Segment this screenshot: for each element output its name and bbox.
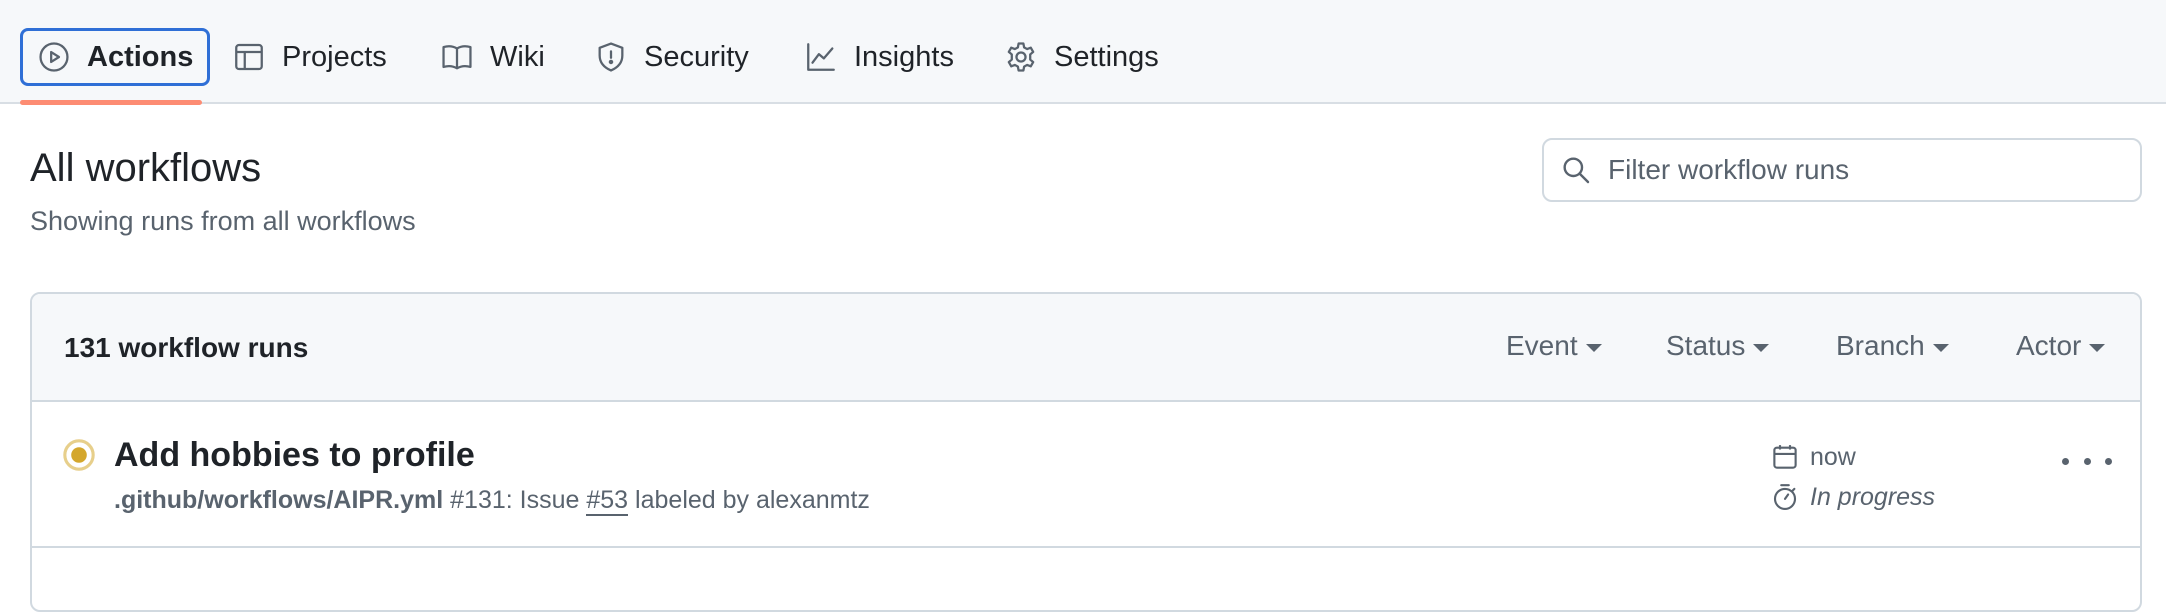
run-event-suffix: labeled by alexanmtz [635, 486, 870, 514]
tab-wiki[interactable]: Wiki [426, 28, 559, 86]
run-duration: In progress [1770, 482, 1935, 512]
tab-settings[interactable]: Settings [990, 28, 1173, 86]
filter-workflow-runs-input[interactable] [1606, 153, 2130, 187]
caret-down-icon [2089, 344, 2106, 352]
run-time-label: now [1810, 442, 1856, 471]
caret-down-icon [1932, 344, 1949, 352]
workflow-file: .github/workflows/AIPR.yml [114, 486, 444, 514]
caret-down-icon [1753, 344, 1770, 352]
shield-icon [598, 42, 624, 72]
tab-label: Insights [854, 40, 954, 73]
table-icon [235, 43, 263, 71]
run-number: #131 [450, 486, 506, 514]
tab-label: Actions [87, 40, 194, 73]
kebab-dot [2062, 457, 2069, 465]
branch-filter-dropdown[interactable]: Branch [1836, 330, 1949, 362]
status-filter-dropdown[interactable]: Status [1666, 330, 1770, 362]
dropdown-label: Status [1666, 330, 1746, 361]
run-meta: .github/workflows/AIPR.yml #131: Issue #… [114, 486, 870, 516]
run-duration-label: In progress [1810, 482, 1936, 511]
tab-label: Security [644, 40, 749, 73]
tab-insights[interactable]: Insights [790, 28, 968, 86]
dropdown-label: Branch [1836, 330, 1925, 361]
run-time: now [1770, 442, 1856, 472]
kebab-dot [2105, 457, 2112, 465]
filter-box [1542, 138, 2142, 202]
graph-icon [807, 43, 835, 71]
run-event-prefix: : Issue [505, 486, 580, 514]
active-tab-indicator [20, 100, 202, 105]
gear-icon [1007, 42, 1035, 72]
tab-label: Projects [282, 40, 387, 73]
workflow-runs-panel: 131 workflow runs Event Status Branch Ac… [30, 292, 2142, 612]
event-filter-dropdown[interactable]: Event [1506, 330, 1602, 362]
play-circle-icon [39, 42, 69, 72]
in-progress-icon [63, 439, 95, 471]
repo-nav: Actions Projects Wiki Security Insights [0, 0, 2166, 105]
dropdown-label: Actor [2016, 330, 2082, 361]
page-subtitle: Showing runs from all workflows [30, 206, 416, 236]
caret-down-icon [1585, 344, 1602, 352]
tab-security[interactable]: Security [580, 28, 763, 86]
stopwatch-icon [1773, 484, 1797, 510]
page-title: All workflows [30, 146, 262, 190]
run-options-kebab-icon[interactable] [2062, 446, 2112, 476]
search-icon [1563, 157, 1590, 184]
tab-label: Wiki [490, 40, 545, 73]
dropdown-label: Event [1506, 330, 1578, 361]
calendar-icon [1773, 445, 1797, 469]
actor-filter-dropdown[interactable]: Actor [2016, 330, 2106, 362]
book-icon [442, 45, 472, 70]
tab-label: Settings [1054, 40, 1159, 73]
run-count: 131 workflow runs [64, 332, 309, 363]
workflow-runs-header: 131 workflow runs Event Status Branch Ac… [32, 294, 2140, 402]
run-title-link[interactable]: Add hobbies to profile [114, 436, 475, 475]
workflow-run-row[interactable]: Add hobbies to profile .github/workflows… [32, 402, 2140, 548]
issue-link[interactable]: #53 [586, 486, 629, 516]
tab-projects[interactable]: Projects [218, 28, 401, 86]
tab-actions[interactable]: Actions [20, 28, 211, 86]
kebab-dot [2083, 457, 2091, 465]
